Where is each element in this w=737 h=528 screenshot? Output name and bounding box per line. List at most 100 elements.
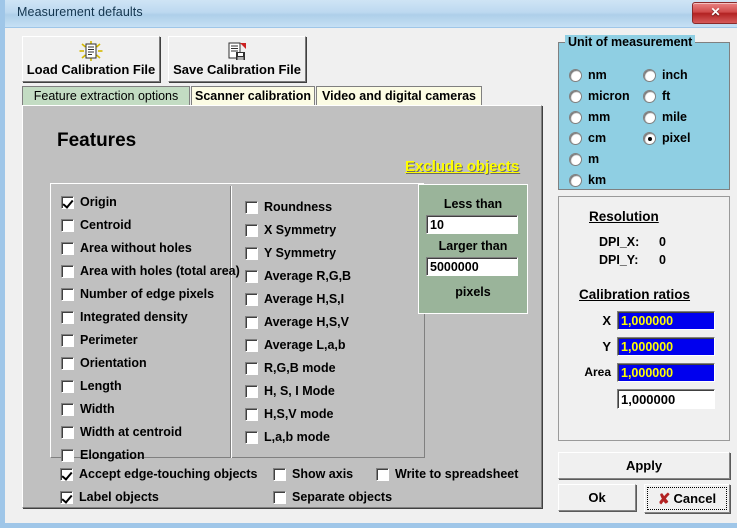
less-than-label: Less than xyxy=(443,197,503,211)
checkbox-icon[interactable] xyxy=(245,316,258,329)
checkbox-icon[interactable] xyxy=(61,311,74,324)
checkbox-icon[interactable] xyxy=(61,380,74,393)
feature-h-s-v-mode-label: H,S,V mode xyxy=(264,407,334,421)
ratio-extra-input[interactable] xyxy=(617,389,715,409)
dpi-y-label: DPI_Y: xyxy=(599,253,639,267)
checkbox-icon[interactable] xyxy=(245,431,258,444)
feature-extraction-panel: Features Exclude objects Origin Centroid A… xyxy=(22,105,542,508)
radio-icon[interactable] xyxy=(569,69,582,82)
ok-button[interactable]: Ok xyxy=(558,484,636,511)
ratio-area-input[interactable] xyxy=(617,363,715,382)
checkbox-icon[interactable] xyxy=(245,293,258,306)
window-title: Measurement defaults xyxy=(17,5,143,19)
dpi-x-value: 0 xyxy=(659,235,666,249)
unit-nm-label: nm xyxy=(588,68,607,82)
checkbox-icon[interactable] xyxy=(245,224,258,237)
tab-video-and-digital-cameras[interactable]: Video and digital cameras xyxy=(316,86,482,106)
exclude-objects-link[interactable]: Exclude objects xyxy=(405,158,519,175)
radio-icon[interactable] xyxy=(643,111,656,124)
feature-roundness-label: Roundness xyxy=(264,200,333,214)
radio-icon[interactable] xyxy=(643,132,656,145)
option-separate-objects-label: Separate objects xyxy=(292,490,393,504)
feature-orientation-label: Orientation xyxy=(80,356,147,370)
feature-x-symmetry-label: X Symmetry xyxy=(264,223,337,237)
checkbox-icon[interactable] xyxy=(61,242,74,255)
checkbox-icon[interactable] xyxy=(245,339,258,352)
checkbox-icon[interactable] xyxy=(245,408,258,421)
larger-than-label: Larger than xyxy=(438,239,508,253)
checkbox-icon[interactable] xyxy=(273,468,286,481)
feature-width-at-centroid-label: Width at centroid xyxy=(80,425,182,439)
feature-h-s-i-mode-label: H, S, I Mode xyxy=(264,384,335,398)
radio-icon[interactable] xyxy=(569,111,582,124)
radio-icon[interactable] xyxy=(569,174,582,187)
radio-icon[interactable] xyxy=(643,69,656,82)
dpi-x-label: DPI_X: xyxy=(599,235,640,249)
radio-icon[interactable] xyxy=(569,132,582,145)
close-button[interactable]: ✕ xyxy=(692,2,737,24)
checkbox-icon[interactable] xyxy=(245,201,258,214)
resolution-calibration-group: Resolution DPI_X: 0 DPI_Y: 0 Calibration… xyxy=(558,196,730,441)
checkbox-icon[interactable] xyxy=(61,288,74,301)
load-calibration-file-label: Load Calibration File xyxy=(26,62,156,77)
cancel-button[interactable]: ✘ Cancel xyxy=(644,484,730,513)
client-area: Load Calibration File Save Calibration F… xyxy=(10,28,737,523)
checkbox-icon[interactable] xyxy=(61,265,74,278)
checkbox-icon[interactable] xyxy=(61,334,74,347)
feature-l-a-b-mode-label: L,a,b mode xyxy=(264,430,330,444)
tab-feature-extraction-options[interactable]: Feature extraction options xyxy=(22,86,190,106)
load-calibration-file-button[interactable]: Load Calibration File xyxy=(22,36,160,82)
option-label-objects-label: Label objects xyxy=(79,490,159,504)
checkbox-icon[interactable] xyxy=(61,357,74,370)
ratio-area-label: Area xyxy=(584,365,611,379)
checkbox-icon[interactable] xyxy=(61,426,74,439)
unit-pixel-label: pixel xyxy=(662,131,691,145)
unit-of-measurement-group: Unit of measurement nm micron mm cm m km inch… xyxy=(558,35,730,190)
checkbox-icon[interactable] xyxy=(61,196,74,209)
feature-number-of-edge-pixels-label: Number of edge pixels xyxy=(80,287,215,301)
checkbox-icon[interactable] xyxy=(245,362,258,375)
feature-centroid-label: Centroid xyxy=(80,218,132,232)
save-calibration-file-label: Save Calibration File xyxy=(173,62,301,77)
checkbox-icon[interactable] xyxy=(60,468,73,481)
checkbox-icon[interactable] xyxy=(245,270,258,283)
larger-than-input[interactable] xyxy=(426,257,518,276)
checkbox-icon[interactable] xyxy=(245,385,258,398)
feature-length-label: Length xyxy=(80,379,122,393)
unit-m-label: m xyxy=(588,152,600,166)
calibration-ratios-heading: Calibration ratios xyxy=(579,287,691,302)
feature-width-label: Width xyxy=(80,402,115,416)
ratio-y-input[interactable] xyxy=(617,337,715,356)
radio-icon[interactable] xyxy=(643,90,656,103)
features-heading: Features xyxy=(57,130,137,151)
checkbox-icon[interactable] xyxy=(61,403,74,416)
feature-area-without-holes-label: Area without holes xyxy=(80,241,192,255)
features-column-divider xyxy=(230,186,232,458)
checkbox-icon[interactable] xyxy=(61,219,74,232)
feature-r-g-b-mode-label: R,G,B mode xyxy=(264,361,336,375)
dpi-y-value: 0 xyxy=(659,253,666,267)
save-calibration-file-button[interactable]: Save Calibration File xyxy=(168,36,306,82)
unit-mm-label: mm xyxy=(588,110,611,124)
checkbox-icon[interactable] xyxy=(273,491,286,504)
feature-y-symmetry-label: Y Symmetry xyxy=(264,246,337,260)
checkbox-icon[interactable] xyxy=(376,468,389,481)
ratio-y-label: Y xyxy=(602,339,611,354)
close-icon: ✕ xyxy=(710,5,721,19)
checkbox-icon[interactable] xyxy=(61,449,74,462)
tab-scanner-calibration[interactable]: Scanner calibration xyxy=(191,86,315,106)
checkbox-icon[interactable] xyxy=(245,247,258,260)
option-show-axis-label: Show axis xyxy=(292,467,354,481)
feature-average-r-g-b-label: Average R,G,B xyxy=(264,269,352,283)
radio-icon[interactable] xyxy=(569,90,582,103)
checkbox-icon[interactable] xyxy=(60,491,73,504)
resolution-heading: Resolution xyxy=(589,209,659,224)
unit-micron-label: micron xyxy=(588,89,630,103)
ratio-x-input[interactable] xyxy=(617,311,715,330)
feature-average-l-a-b-label: Average L,a,b xyxy=(264,338,346,352)
radio-icon[interactable] xyxy=(569,153,582,166)
apply-button[interactable]: Apply xyxy=(558,452,730,479)
title-bar: Measurement defaults ✕ xyxy=(5,0,737,28)
unit-of-measurement-legend: Unit of measurement xyxy=(565,35,696,49)
less-than-input[interactable] xyxy=(426,215,518,234)
